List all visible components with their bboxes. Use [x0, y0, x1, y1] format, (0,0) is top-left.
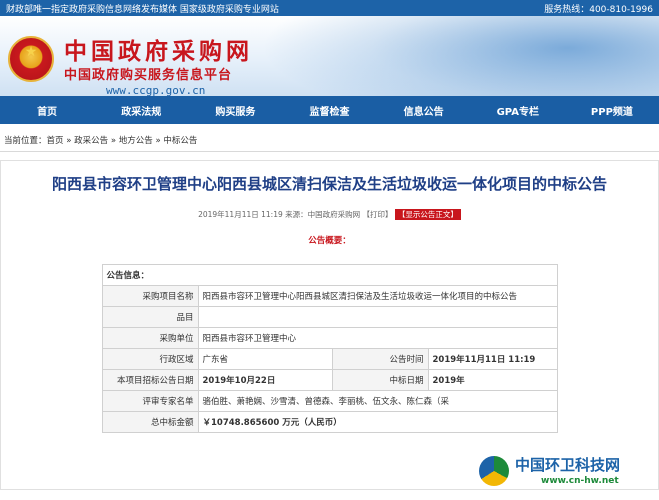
- field-label: 本项目招标公告日期: [101, 369, 199, 391]
- tender-date-value: 2019年10月22日: [197, 369, 333, 391]
- show-notice-button[interactable]: 【显示公告正文】: [394, 209, 461, 220]
- national-emblem-icon: ★: [8, 36, 54, 82]
- field-label: 公告时间: [331, 348, 429, 370]
- watermark: 中国环卫科技网 www.cn-hw.net: [479, 452, 647, 492]
- table-row: 行政区域 广东省 公告时间 2019年11月11日 11:19: [101, 348, 558, 370]
- top-info-bar: 财政部唯一指定政府采购信息网络发布媒体 国家级政府采购专业网站 服务热线：400…: [0, 0, 659, 16]
- topbar-slogan: 财政部唯一指定政府采购信息网络发布媒体 国家级政府采购专业网站: [6, 4, 279, 15]
- total-amount-value: ￥10748.865600 万元（人民币）: [197, 411, 558, 433]
- publish-time-value: 2019年11月11日 11:19: [427, 348, 558, 370]
- nav-item-services[interactable]: 购买服务: [188, 103, 282, 118]
- item-value: [197, 306, 558, 328]
- table-row: 总中标金额 ￥10748.865600 万元（人民币）: [101, 411, 558, 433]
- table-row: 本项目招标公告日期 2019年10月22日 中标日期 2019年: [101, 369, 558, 391]
- print-link[interactable]: 【打印】: [363, 210, 393, 219]
- summary-label: 公告概要：: [308, 236, 351, 246]
- experts-value: 骆伯胜、萧艳娴、沙雪清、曾德森、李丽桃、伍文永、陈仁森（采: [197, 390, 558, 412]
- breadcrumb-procurement-notices[interactable]: 政采公告: [74, 136, 108, 146]
- banner-decoration: [260, 16, 659, 96]
- site-url: www.ccgp.gov.cn: [106, 84, 206, 96]
- site-banner: ★ 中国政府采购网 中国政府购买服务信息平台 www.ccgp.gov.cn: [0, 16, 659, 96]
- region-value: 广东省: [197, 348, 333, 370]
- article-date: 2019年11月11日 11:19: [198, 210, 283, 219]
- watermark-text: 中国环卫科技网: [515, 456, 621, 474]
- table-row: 公告信息：: [101, 264, 558, 286]
- breadcrumb: 当前位置：首页 » 政采公告 » 地方公告 » 中标公告: [0, 124, 659, 152]
- field-label: 采购单位: [101, 327, 199, 349]
- article-container: 阳西县市容环卫管理中心阳西县城区清扫保洁及生活垃圾收运一体化项目的中标公告 20…: [0, 160, 659, 490]
- article-title: 阳西县市容环卫管理中心阳西县城区清扫保洁及生活垃圾收运一体化项目的中标公告: [51, 175, 607, 193]
- table-row: 采购项目名称 阳西县市容环卫管理中心阳西县城区清扫保洁及生活垃圾收运一体化项目的…: [101, 285, 558, 307]
- service-hotline: 服务热线：400-810-1996: [544, 4, 653, 15]
- nav-item-notices[interactable]: 信息公告: [377, 103, 471, 118]
- breadcrumb-home[interactable]: 首页: [47, 136, 64, 146]
- table-row: 采购单位 阳西县市容环卫管理中心: [101, 327, 558, 349]
- site-subtitle: 中国政府购买服务信息平台: [64, 68, 233, 83]
- watermark-logo-icon: [479, 456, 509, 486]
- field-label: 总中标金额: [101, 411, 199, 433]
- nav-item-home[interactable]: 首页: [0, 103, 94, 118]
- project-name-value: 阳西县市容环卫管理中心阳西县城区清扫保洁及生活垃圾收运一体化项目的中标公告: [197, 285, 558, 307]
- field-label: 行政区域: [101, 348, 199, 370]
- nav-item-ppp[interactable]: PPP频道: [565, 103, 659, 118]
- watermark-url: www.cn-hw.net: [541, 476, 619, 486]
- table-section-header: 公告信息：: [101, 264, 558, 286]
- site-title[interactable]: 中国政府采购网: [64, 32, 253, 66]
- nav-item-regulations[interactable]: 政采法规: [94, 103, 188, 118]
- nav-item-supervision[interactable]: 监督检查: [282, 103, 376, 118]
- field-label: 采购项目名称: [101, 285, 199, 307]
- notice-info-table: 公告信息： 采购项目名称 阳西县市容环卫管理中心阳西县城区清扫保洁及生活垃圾收运…: [101, 264, 558, 433]
- table-row: 品目: [101, 306, 558, 328]
- article-meta: 2019年11月11日 11:19 来源：中国政府采购网 【打印】 【显示公告正…: [1, 209, 658, 220]
- table-row: 评审专家名单 骆伯胜、萧艳娴、沙雪清、曾德森、李丽桃、伍文永、陈仁森（采: [101, 390, 558, 412]
- purchasing-unit-value: 阳西县市容环卫管理中心: [197, 327, 558, 349]
- breadcrumb-local-notices[interactable]: 地方公告: [119, 136, 153, 146]
- main-nav: 首页 政采法规 购买服务 监督检查 信息公告 GPA专栏 PPP频道: [0, 96, 659, 124]
- breadcrumb-prefix: 当前位置：: [4, 136, 47, 146]
- article-source: 来源：中国政府采购网: [285, 210, 361, 219]
- field-label: 品目: [101, 306, 199, 328]
- breadcrumb-award-notices[interactable]: 中标公告: [163, 136, 197, 146]
- field-label: 评审专家名单: [101, 390, 199, 412]
- field-label: 中标日期: [331, 369, 429, 391]
- award-date-value: 2019年: [427, 369, 558, 391]
- nav-item-gpa[interactable]: GPA专栏: [471, 103, 565, 118]
